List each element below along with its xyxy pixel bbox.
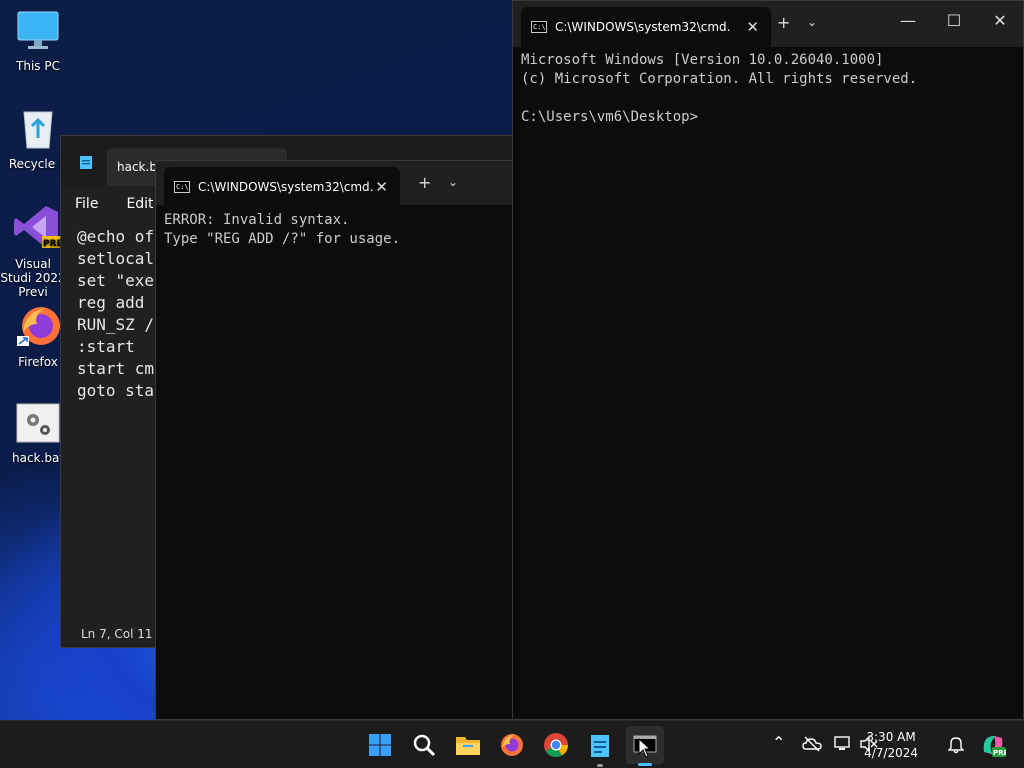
cmd-window-front[interactable]: C:\ C:\WINDOWS\system32\cmd. ✕ + ⌄ ERROR…: [155, 160, 515, 720]
minimize-icon[interactable]: —: [893, 11, 923, 30]
mouse-cursor-icon: [638, 738, 652, 758]
desktop-icon-label: This PC: [16, 59, 60, 73]
firefox-icon: [17, 307, 60, 346]
terminal-taskbar-icon[interactable]: [626, 726, 664, 766]
output-line: Type "REG ADD /?" for usage.: [164, 231, 401, 247]
close-tab-icon[interactable]: ✕: [375, 178, 388, 196]
svg-text:PRE: PRE: [993, 749, 1006, 757]
cmd-icon: C:\: [174, 181, 190, 193]
network-icon[interactable]: [834, 736, 852, 752]
code-line: RUN_SZ /: [77, 315, 155, 334]
code-line: set "exe: [77, 271, 155, 290]
desktop-icon-label: Visual Studi 2022 Previ: [0, 257, 66, 299]
notepad-status-bar: Ln 7, Col 11: [81, 627, 153, 641]
active-indicator: [638, 763, 652, 766]
code-line: setlocal: [77, 249, 155, 268]
cmd-window-right[interactable]: C:\ C:\WINDOWS\system32\cmd. ✕ + ⌄ — ☐ ✕…: [512, 0, 1024, 720]
monitor-icon: [17, 11, 59, 49]
output-line: ERROR: Invalid syntax.: [164, 212, 350, 228]
file-explorer-icon[interactable]: [452, 729, 484, 761]
cmd-right-titlebar: C:\ C:\WINDOWS\system32\cmd. ✕ + ⌄ — ☐ ✕: [513, 1, 1023, 47]
prompt-line: C:\Users\vm6\Desktop>: [521, 109, 699, 125]
notepad-taskbar-icon[interactable]: [584, 729, 616, 767]
taskbar-clock[interactable]: 3:30 AM 4/7/2024: [864, 729, 918, 761]
cmd-icon: C:\: [531, 21, 547, 33]
firefox-taskbar-icon[interactable]: [496, 729, 528, 761]
cmd-front-tab-title: C:\WINDOWS\system32\cmd.: [198, 180, 374, 194]
code-line: :start: [77, 337, 135, 356]
search-icon[interactable]: [408, 729, 440, 761]
clock-time: 3:30 AM: [866, 730, 916, 744]
cmd-front-tab[interactable]: C:\ C:\WINDOWS\system32\cmd. ✕: [164, 167, 400, 207]
chevron-down-icon[interactable]: ⌄: [807, 15, 817, 29]
close-tab-icon[interactable]: ✕: [746, 18, 759, 36]
notepad-icon: [80, 156, 92, 169]
maximize-icon[interactable]: ☐: [939, 11, 969, 30]
cmd-front-output[interactable]: ERROR: Invalid syntax. Type "REG ADD /?"…: [156, 205, 514, 255]
svg-text:PRE: PRE: [43, 239, 60, 249]
batch-file-icon: [16, 403, 60, 443]
code-line: reg add: [77, 293, 155, 312]
notepad-text-area[interactable]: @echo of setlocal set "exe reg add RUN_S…: [77, 226, 154, 402]
cmd-right-tab-title: C:\WINDOWS\system32\cmd.: [555, 20, 731, 34]
code-line: start cm: [77, 359, 155, 378]
menu-edit[interactable]: Edit: [126, 196, 153, 212]
copilot-icon[interactable]: PRE: [980, 732, 1006, 758]
recycle-bin-icon: [23, 111, 53, 149]
output-line: Microsoft Windows [Version 10.0.26040.10…: [521, 52, 884, 68]
start-icon[interactable]: [364, 729, 396, 761]
running-indicator: [597, 764, 603, 767]
code-line: @echo of: [77, 227, 155, 246]
onedrive-offline-icon[interactable]: [802, 736, 822, 752]
notification-bell-icon[interactable]: [948, 736, 964, 754]
menu-file[interactable]: File: [75, 196, 98, 212]
show-hidden-icons-chevron-up-icon[interactable]: ⌃: [772, 733, 785, 752]
output-line: (c) Microsoft Corporation. All rights re…: [521, 71, 918, 87]
close-window-icon[interactable]: ✕: [985, 11, 1015, 30]
cmd-front-titlebar: C:\ C:\WINDOWS\system32\cmd. ✕ + ⌄: [156, 161, 514, 207]
visual-studio-icon: PRE: [14, 206, 63, 249]
code-line: goto sta: [77, 381, 155, 400]
cmd-right-tab[interactable]: C:\ C:\WINDOWS\system32\cmd. ✕: [521, 7, 771, 47]
desktop-icon-this-pc[interactable]: This PC: [2, 10, 74, 73]
chrome-icon[interactable]: [540, 729, 572, 761]
clock-date: 4/7/2024: [864, 746, 918, 760]
cmd-right-output[interactable]: Microsoft Windows [Version 10.0.26040.10…: [513, 47, 1023, 133]
new-tab-plus-icon[interactable]: +: [418, 173, 431, 192]
chevron-down-icon[interactable]: ⌄: [448, 175, 458, 189]
new-tab-plus-icon[interactable]: +: [777, 13, 790, 32]
taskbar: ⌃ 3:30 AM 4/7/2024 PRE: [0, 720, 1024, 768]
